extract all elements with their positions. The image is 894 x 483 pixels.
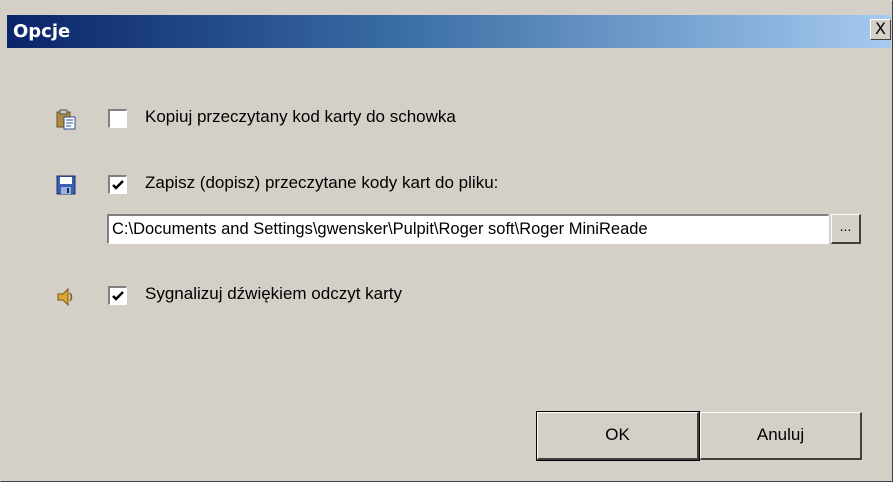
sound-signal-checkbox[interactable] <box>108 286 127 305</box>
title-bar[interactable]: Opcje X <box>7 15 891 48</box>
checkmark-icon <box>112 180 124 190</box>
save-to-file-label: Zapisz (dopisz) przeczytane kody kart do… <box>145 173 499 192</box>
file-path-input[interactable]: C:\Documents and Settings\gwensker\Pulpi… <box>107 214 829 244</box>
copy-to-clipboard-label: Kopiuj przeczytany kod karty do schowka <box>145 107 456 126</box>
options-dialog: Opcje X Kopiuj przeczytany kod karty do … <box>0 0 893 482</box>
sound-signal-label: Sygnalizuj dźwiękiem odczyt karty <box>145 284 402 303</box>
browse-button[interactable]: ... <box>831 214 861 244</box>
dialog-body: Kopiuj przeczytany kod karty do schowka … <box>7 48 891 476</box>
floppy-disk-icon <box>55 174 77 196</box>
close-button[interactable]: X <box>870 19 891 40</box>
save-to-file-checkbox[interactable] <box>108 175 127 194</box>
copy-to-clipboard-checkbox[interactable] <box>108 109 127 128</box>
clipboard-icon <box>55 108 77 130</box>
window-title: Opcje <box>13 21 71 42</box>
speaker-icon <box>55 286 77 308</box>
checkmark-icon <box>112 291 124 301</box>
ok-button[interactable]: OK <box>536 411 700 461</box>
cancel-button[interactable]: Anuluj <box>700 412 862 460</box>
